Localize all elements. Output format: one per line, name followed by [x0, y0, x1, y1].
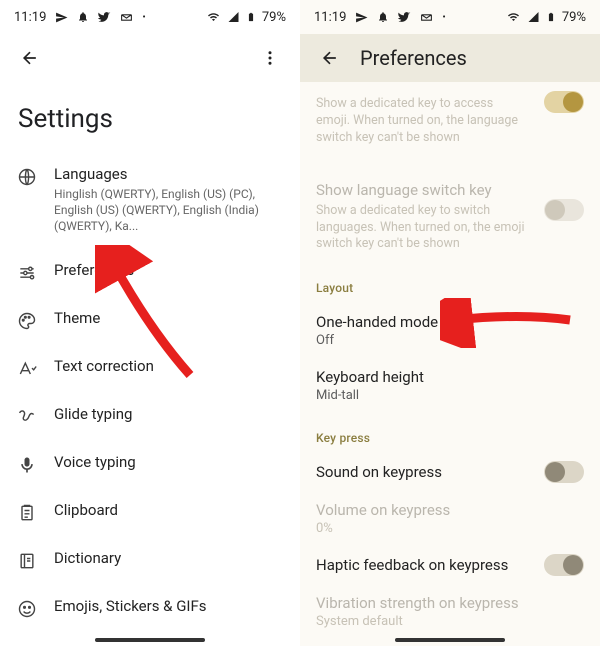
row-label: Theme [54, 309, 286, 327]
status-time: 11:19 [314, 10, 346, 25]
pref-label: Keyboard height [316, 368, 584, 386]
pref-value: Mid-tall [316, 388, 584, 403]
section-label-keypress: Key press [316, 431, 584, 445]
toggle-switch [544, 199, 584, 221]
sidebar-item-dictionary[interactable]: Dictionary [0, 536, 300, 584]
sidebar-item-voice-typing[interactable]: Voice typing [0, 440, 300, 488]
smile-icon [16, 597, 38, 619]
toggle-switch[interactable] [544, 461, 584, 483]
row-label: Preferences [54, 261, 286, 279]
clipboard-icon [16, 501, 38, 523]
preferences-screen: 11:19 • 79% Preferences Show a dedicated… [300, 0, 600, 646]
sidebar-item-theme[interactable]: Theme [0, 296, 300, 344]
pref-volume-on-keypress: Volume on keypress 0% [316, 491, 584, 546]
twitter-icon [398, 11, 411, 24]
row-label: Dictionary [54, 549, 286, 567]
preferences-list: Show a dedicated key to access emoji. Wh… [300, 82, 600, 646]
pref-value: 0% [316, 521, 584, 536]
overflow-menu-button[interactable] [252, 40, 288, 76]
pref-show-language-switch: Show language switch key Show a dedicate… [316, 157, 584, 264]
bell-icon [77, 11, 89, 23]
sidebar-item-glide-typing[interactable]: Glide typing [0, 392, 300, 440]
pref-keyboard-height[interactable]: Keyboard height Mid-tall [316, 358, 584, 413]
pref-haptic-feedback[interactable]: Haptic feedback on keypress [316, 546, 584, 584]
globe-icon [16, 165, 38, 187]
battery-icon [246, 10, 256, 24]
status-dot: • [442, 12, 445, 23]
row-label: Clipboard [54, 501, 286, 519]
mic-icon [16, 453, 38, 475]
palette-icon [16, 309, 38, 331]
battery-icon [546, 10, 556, 24]
bell-icon [377, 11, 389, 23]
book-icon [16, 549, 38, 571]
status-bar: 11:19 • 79% [0, 0, 300, 34]
row-sublabel: Hinglish (QWERTY), English (US) (PC), En… [54, 186, 286, 235]
settings-list: Languages Hinglish (QWERTY), English (US… [0, 152, 300, 646]
page-title: Preferences [360, 46, 467, 70]
wifi-icon [506, 11, 521, 23]
pref-label: Volume on keypress [316, 501, 584, 519]
pref-label: One-handed mode [316, 313, 584, 331]
sliders-icon [16, 261, 38, 283]
text-icon [16, 357, 38, 379]
row-label: Languages [54, 165, 286, 183]
back-button[interactable] [12, 40, 48, 76]
status-battery: 79% [262, 10, 286, 25]
pref-vibration-strength: Vibration strength on keypress System de… [316, 584, 584, 639]
signal-icon [227, 11, 240, 23]
row-label: Voice typing [54, 453, 286, 471]
mail-icon [120, 11, 133, 24]
signal-icon [527, 11, 540, 23]
pref-value: System default [316, 614, 584, 629]
top-bar [0, 34, 300, 82]
telegram-icon [355, 11, 368, 24]
sidebar-item-clipboard[interactable]: Clipboard [0, 488, 300, 536]
pref-label: Vibration strength on keypress [316, 594, 584, 612]
gesture-icon [16, 405, 38, 427]
settings-screen: 11:19 • 79% Settings Languages Hi [0, 0, 300, 646]
twitter-icon [98, 11, 111, 24]
row-label: Text correction [54, 357, 286, 375]
sidebar-item-emoji[interactable]: Emojis, Stickers & GIFs [0, 584, 300, 632]
mail-icon [420, 11, 433, 24]
section-label-layout: Layout [316, 281, 584, 295]
top-bar: Preferences [300, 34, 600, 82]
wifi-icon [206, 11, 221, 23]
toggle-switch[interactable] [544, 91, 584, 113]
back-button[interactable] [312, 40, 348, 76]
status-battery: 79% [562, 10, 586, 25]
pref-value: Off [316, 333, 584, 348]
sidebar-item-text-correction[interactable]: Text correction [0, 344, 300, 392]
sidebar-item-preferences[interactable]: Preferences [0, 248, 300, 296]
pref-one-handed-mode[interactable]: One-handed mode Off [316, 303, 584, 358]
status-time: 11:19 [14, 10, 46, 25]
toggle-switch[interactable] [544, 554, 584, 576]
home-indicator[interactable] [95, 638, 205, 642]
pref-sound-on-keypress[interactable]: Sound on keypress [316, 453, 584, 491]
pref-label: Show language switch key [316, 181, 584, 199]
row-label: Emojis, Stickers & GIFs [54, 597, 286, 615]
telegram-icon [55, 11, 68, 24]
home-indicator[interactable] [395, 638, 505, 642]
status-bar: 11:19 • 79% [300, 0, 600, 34]
page-title: Settings [0, 82, 300, 152]
pref-show-emoji-key[interactable]: Show a dedicated key to access emoji. Wh… [316, 82, 584, 157]
row-label: Glide typing [54, 405, 286, 423]
sidebar-item-languages[interactable]: Languages Hinglish (QWERTY), English (US… [0, 152, 300, 248]
status-dot: • [142, 12, 145, 23]
